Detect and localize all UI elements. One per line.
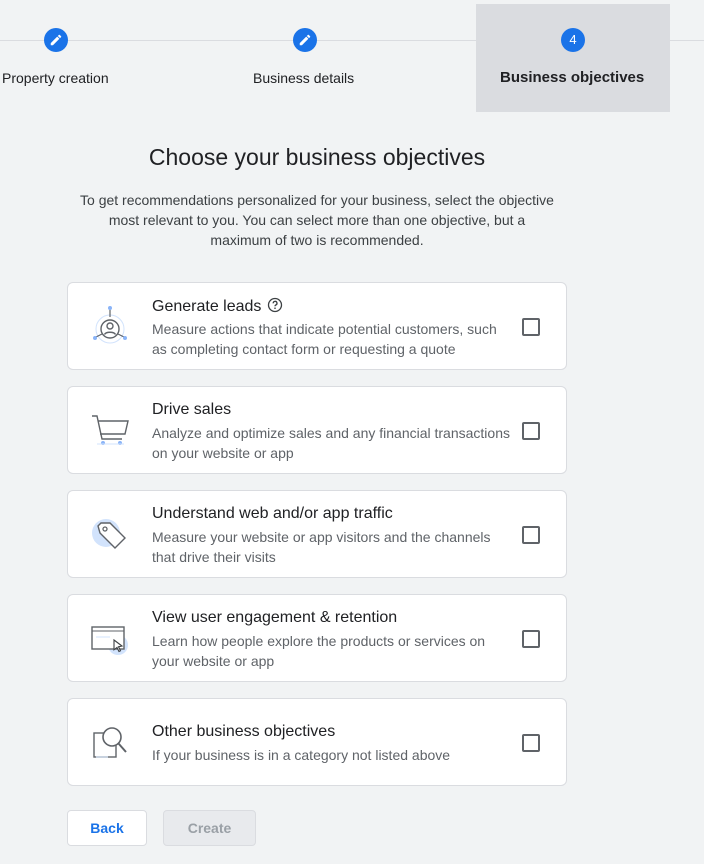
objective-description: Measure actions that indicate potential … — [152, 321, 497, 357]
magnifier-icon — [88, 719, 136, 767]
objective-checkbox-understand-traffic[interactable] — [522, 526, 540, 544]
objective-title: Other business objectives — [152, 723, 336, 740]
objective-description: If your business is in a category not li… — [152, 747, 451, 763]
objective-card-generate-leads[interactable]: Generate leads Measure actions that indi… — [67, 282, 567, 370]
objective-title: Generate leads — [152, 297, 283, 318]
stepper: Property creation Business details 4 Bus… — [0, 0, 704, 112]
objective-description: Analyze and optimize sales and any finan… — [152, 425, 510, 461]
create-button[interactable]: Create — [163, 810, 256, 846]
pencil-icon — [299, 34, 311, 46]
step-3-label: Business objectives — [500, 69, 645, 86]
step-1-label[interactable]: Property creation — [2, 70, 109, 86]
page-title: Choose your business objectives — [148, 144, 486, 170]
objective-card-other[interactable]: Other business objectives If your busine… — [67, 698, 567, 786]
active-step-highlight — [476, 4, 670, 112]
step-2-label[interactable]: Business details — [253, 70, 354, 86]
browser-cursor-icon — [88, 615, 136, 663]
objective-card-understand-traffic[interactable]: Understand web and/or app traffic Measur… — [67, 490, 567, 578]
objective-title: Drive sales — [152, 401, 232, 418]
page-description: To get recommendations personalized for … — [80, 192, 554, 248]
objective-checkbox-user-engagement[interactable] — [522, 630, 540, 648]
back-button[interactable]: Back — [67, 810, 147, 846]
pencil-icon — [50, 34, 62, 46]
objective-description: Measure your website or app visitors and… — [152, 529, 491, 565]
step-2-complete-icon[interactable] — [293, 28, 317, 52]
objective-card-user-engagement[interactable]: View user engagement & retention Learn h… — [67, 594, 567, 682]
step-3-number: 4 — [561, 28, 585, 52]
step-1-complete-icon[interactable] — [44, 28, 68, 52]
objective-checkbox-generate-leads[interactable] — [522, 318, 540, 336]
objective-checkbox-drive-sales[interactable] — [522, 422, 540, 440]
objective-card-drive-sales[interactable]: Drive sales Analyze and optimize sales a… — [67, 386, 567, 474]
objective-title: Understand web and/or app traffic — [152, 505, 393, 522]
tag-icon — [88, 511, 136, 559]
objective-title-text: Generate leads — [152, 298, 262, 315]
help-icon[interactable] — [267, 297, 283, 318]
objective-checkbox-other[interactable] — [522, 734, 540, 752]
objective-description: Learn how people explore the products or… — [152, 633, 486, 669]
leads-target-icon — [88, 303, 136, 351]
shopping-cart-icon — [88, 407, 136, 455]
objective-title: View user engagement & retention — [152, 609, 398, 626]
